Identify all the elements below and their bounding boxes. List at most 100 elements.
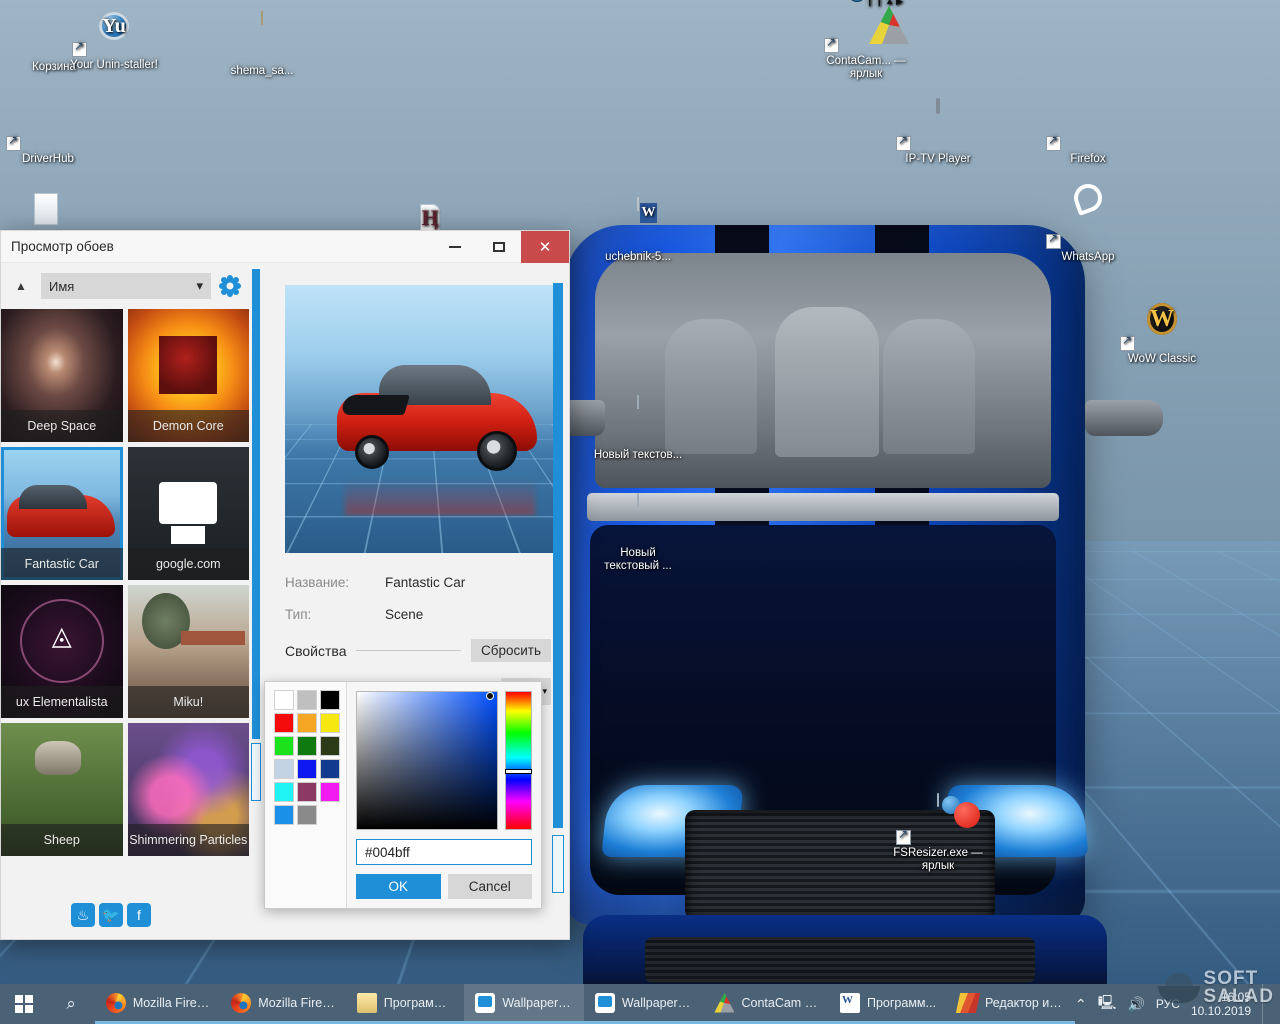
chevron-up-icon[interactable]: ⌃ bbox=[1075, 996, 1087, 1013]
wallpaper-thumb[interactable]: Miku! bbox=[127, 585, 249, 718]
sort-ascending-arrow-icon[interactable]: ▲ bbox=[9, 279, 33, 293]
library-scrollbar-track[interactable] bbox=[251, 743, 261, 801]
color-swatch-2[interactable] bbox=[320, 690, 340, 710]
taskbar-item-label: Программ... bbox=[866, 995, 936, 1010]
desktop-icon-shema-sa[interactable]: shema_sa... bbox=[214, 11, 310, 78]
steam-icon[interactable]: ♨ bbox=[71, 903, 95, 927]
library-scrollbar[interactable] bbox=[249, 263, 263, 939]
color-swatch-10[interactable] bbox=[297, 759, 317, 779]
desktop-icon-uchebnik[interactable]: uchebnik-5... bbox=[590, 197, 686, 264]
wallpaper-thumb-label: Shimmering Particles bbox=[127, 824, 249, 856]
wallpaper-thumb[interactable]: ux Elementalista bbox=[1, 585, 123, 718]
wallpaper-thumb[interactable]: Sheep bbox=[1, 723, 123, 856]
taskbar-item-word[interactable]: Программ... bbox=[828, 984, 947, 1024]
library-scrollbar-thumb[interactable] bbox=[252, 269, 260, 739]
taskbar-item-explorer[interactable]: ПрограмM... bbox=[345, 984, 465, 1024]
twitter-icon[interactable]: 🐦 bbox=[99, 903, 123, 927]
color-swatch-15[interactable] bbox=[274, 805, 294, 825]
taskbar-item-contacam[interactable]: ContaCam -... bbox=[703, 984, 829, 1024]
color-swatch-14[interactable] bbox=[320, 782, 340, 802]
section-divider bbox=[356, 650, 461, 651]
hue-slider-handle[interactable] bbox=[505, 768, 532, 774]
minimize-button[interactable] bbox=[433, 231, 477, 263]
color-swatch-8[interactable] bbox=[320, 736, 340, 756]
wallpaper-thumb[interactable]: Shimmering Particles bbox=[127, 723, 249, 856]
taskbar-item-firefox-1[interactable]: Mozilla Firef... bbox=[94, 984, 221, 1024]
cancel-button[interactable]: Cancel bbox=[447, 874, 532, 899]
details-scrollbar-thumb[interactable] bbox=[553, 283, 563, 828]
taskbar-item-wallpaper-ui-2[interactable]: Wallpaper UI bbox=[583, 984, 704, 1024]
wallpaper-thumb[interactable]: google.com bbox=[127, 447, 249, 580]
shortcut-overlay-icon bbox=[824, 36, 839, 53]
soft-salad-watermark: SOFT SALAD bbox=[1157, 969, 1274, 1006]
maximize-button[interactable] bbox=[477, 231, 521, 263]
color-swatch-9[interactable] bbox=[274, 759, 294, 779]
details-scrollbar[interactable] bbox=[551, 283, 565, 929]
gear-icon[interactable] bbox=[219, 275, 241, 297]
taskbar-item-firefox-2[interactable]: Mozilla Firef... bbox=[220, 984, 346, 1024]
window-titlebar[interactable]: Просмотр обоев ✕ bbox=[1, 230, 569, 263]
facebook-icon[interactable]: f bbox=[127, 903, 151, 927]
wallpaper-thumb[interactable]: Demon Core bbox=[127, 309, 249, 442]
close-button[interactable]: ✕ bbox=[521, 230, 569, 263]
color-swatch-13[interactable] bbox=[297, 782, 317, 802]
color-swatch-12[interactable] bbox=[274, 782, 294, 802]
sort-by-select[interactable]: Имя ▾ bbox=[41, 273, 211, 299]
wallpaper-thumb-label: Miku! bbox=[127, 686, 249, 718]
color-swatch-5[interactable] bbox=[320, 713, 340, 733]
network-icon[interactable]: 🖳 bbox=[1098, 992, 1117, 1016]
social-links[interactable]: ♨ 🐦 f bbox=[71, 903, 151, 927]
reset-button[interactable]: Сбросить bbox=[470, 639, 551, 662]
ok-button[interactable]: OK bbox=[356, 874, 441, 899]
wallpaper-thumb-selected[interactable]: Fantastic Car bbox=[1, 447, 123, 580]
desktop-icon-firefox[interactable]: Firefox bbox=[1040, 100, 1136, 166]
taskbar[interactable]: ⌕ Mozilla Firef... Mozilla Firef... Прог… bbox=[0, 984, 1280, 1024]
saturation-value-row bbox=[356, 691, 532, 831]
color-swatch-3[interactable] bbox=[274, 713, 294, 733]
color-swatch-grid[interactable] bbox=[274, 690, 346, 825]
text-file-icon bbox=[590, 493, 686, 544]
shortcut-overlay-icon bbox=[1046, 232, 1061, 249]
color-swatch-1[interactable] bbox=[297, 690, 317, 710]
desktop-icon-contacam[interactable]: ❙❙▲▶ ContaCam... — ярлык bbox=[818, 0, 914, 81]
details-scrollbar-track[interactable] bbox=[552, 835, 564, 893]
desktop-icon-wow-classic[interactable]: W WoW Classic bbox=[1114, 300, 1210, 366]
saturation-value-area[interactable] bbox=[356, 691, 498, 831]
desktop-icon-whatsapp[interactable]: WhatsApp bbox=[1040, 198, 1136, 264]
taskbar-item-label: Wallpaper UI bbox=[621, 995, 693, 1010]
color-swatch-6[interactable] bbox=[274, 736, 294, 756]
taskbar-item-label: Wallpaper UI bbox=[502, 995, 573, 1010]
desktop-icon-new-text-2[interactable]: Новый текстовый ... bbox=[590, 493, 686, 573]
windows-start-icon[interactable] bbox=[0, 984, 47, 1024]
color-picker-dialog[interactable]: #004bff OK Cancel bbox=[264, 681, 542, 909]
color-swatch-11[interactable] bbox=[320, 759, 340, 779]
taskbar-item-wallpaper-ui-1[interactable]: Wallpaper UI bbox=[464, 984, 584, 1024]
color-swatch-16[interactable] bbox=[297, 805, 317, 825]
wallpaper-thumb[interactable]: Deep Space bbox=[1, 309, 123, 442]
desktop-icon-iptv-player[interactable]: IP-TV Player bbox=[890, 98, 986, 166]
text-file-icon bbox=[590, 395, 686, 446]
firefox-icon bbox=[105, 992, 126, 1013]
taskbar-item-image-editor[interactable]: Редактор из... bbox=[946, 984, 1076, 1024]
desktop-icon-driverhub[interactable]: DriverHub bbox=[0, 100, 96, 166]
desktop-icon-fsresizer[interactable]: FSResizer.exe — ярлык bbox=[890, 793, 986, 873]
color-picker-body: #004bff OK Cancel bbox=[347, 682, 541, 908]
whatsapp-icon bbox=[1040, 198, 1136, 249]
hex-input[interactable]: #004bff bbox=[356, 839, 532, 865]
color-swatch-0[interactable] bbox=[274, 690, 294, 710]
volume-icon[interactable]: 🔊 bbox=[1127, 996, 1144, 1013]
search-icon[interactable]: ⌕ bbox=[47, 984, 94, 1024]
hue-slider[interactable] bbox=[505, 691, 532, 831]
wallpaper-ui-icon bbox=[594, 992, 615, 1013]
driverhub-icon bbox=[0, 100, 96, 151]
desktop-icon-label: FSResizer.exe — ярлык bbox=[893, 847, 983, 872]
color-swatch-palette[interactable] bbox=[265, 682, 347, 908]
saturation-value-cursor[interactable] bbox=[486, 692, 494, 700]
wallpaper-thumbnail-grid[interactable]: Deep Space Demon Core Fantastic Car goog… bbox=[1, 309, 249, 939]
wallpaper-thumb-label: Deep Space bbox=[1, 410, 123, 442]
desktop-icon-your-uninstaller[interactable]: Yu Your Unin-staller! bbox=[66, 6, 162, 72]
color-swatch-4[interactable] bbox=[297, 713, 317, 733]
wallpaper-preview-image[interactable] bbox=[285, 285, 555, 553]
color-swatch-7[interactable] bbox=[297, 736, 317, 756]
desktop-icon-new-text-1[interactable]: Новый текстов... bbox=[590, 395, 686, 462]
